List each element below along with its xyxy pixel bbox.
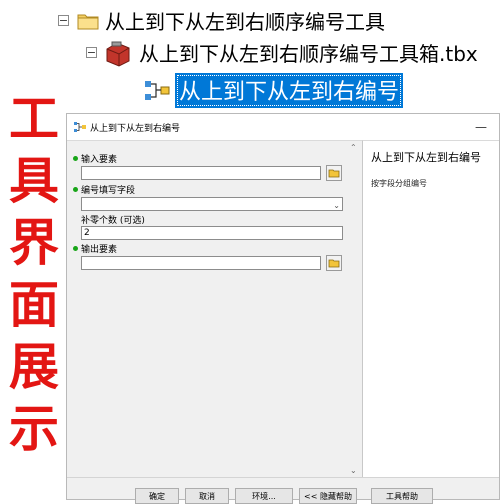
caption-char: 面 <box>9 275 59 334</box>
scroll-up-icon[interactable]: ⌃ <box>350 143 357 152</box>
tool-help-button[interactable]: 工具帮助 <box>371 488 433 504</box>
dialog-button-bar: 确定 取消 环境... << 隐藏帮助 工具帮助 <box>67 477 499 504</box>
vertical-caption: 工 具 界 面 展 示 <box>8 88 60 460</box>
collapse-toggle[interactable]: − <box>58 15 69 26</box>
tree-folder-node[interactable]: − 从上到下从左到右顺序编号工具 <box>58 6 385 35</box>
hide-help-button[interactable]: << 隐藏帮助 <box>299 488 357 504</box>
caption-char: 工 <box>9 89 59 148</box>
parameters-scrollbar[interactable]: ⌃ ⌄ <box>347 141 362 477</box>
required-dot-icon <box>73 246 78 251</box>
number-field-dropdown[interactable]: ⌄ <box>81 197 343 211</box>
output-features-label-row: 输出要素 <box>73 242 117 255</box>
collapse-toggle[interactable]: − <box>86 47 97 58</box>
toolbox-icon <box>103 39 133 67</box>
tool-dialog: 从上到下从左到右编号 — 输入要素 编号填写字段 ⌄ 补零个数 (可选) 2 输… <box>66 113 500 504</box>
open-folder-icon <box>328 169 340 178</box>
model-tool-icon <box>143 79 171 103</box>
padding-count-label: 补零个数 (可选) <box>81 216 145 226</box>
chevron-down-icon[interactable]: ⌄ <box>333 200 340 212</box>
output-features-field[interactable] <box>81 256 321 270</box>
browse-input-button[interactable] <box>326 165 342 181</box>
minimize-button[interactable]: — <box>475 120 487 134</box>
help-title: 从上到下从左到右编号 <box>371 151 481 164</box>
folder-label: 从上到下从左到右顺序编号工具 <box>105 10 385 34</box>
output-features-label: 输出要素 <box>81 245 118 255</box>
caption-char: 示 <box>9 399 59 458</box>
toolbox-label: 从上到下从左到右顺序编号工具箱.tbx <box>139 42 478 66</box>
required-dot-icon <box>73 187 78 192</box>
help-panel: 从上到下从左到右编号 按字段分组编号 <box>363 140 499 478</box>
tool-label-selected[interactable]: 从上到下从左到右编号 <box>175 73 404 108</box>
dialog-titlebar[interactable]: 从上到下从左到右编号 — <box>67 114 499 140</box>
caption-char: 界 <box>9 213 59 272</box>
required-dot-icon <box>73 156 78 161</box>
scroll-down-icon[interactable]: ⌄ <box>350 466 357 475</box>
open-folder-icon <box>328 259 340 268</box>
ok-button[interactable]: 确定 <box>135 488 179 504</box>
caption-char: 展 <box>9 337 59 396</box>
dialog-title: 从上到下从左到右编号 <box>90 123 181 134</box>
help-description: 按字段分组编号 <box>371 179 427 188</box>
tree-tool-node[interactable]: 从上到下从左到右编号 <box>143 73 404 108</box>
tree-toolbox-node[interactable]: − 从上到下从左到右顺序编号工具箱.tbx <box>86 38 478 67</box>
cancel-button[interactable]: 取消 <box>185 488 229 504</box>
folder-icon <box>77 12 99 30</box>
parameters-panel: 输入要素 编号填写字段 ⌄ 补零个数 (可选) 2 输出要素 ⌃ ⌄ <box>67 140 363 477</box>
padding-label-row: 补零个数 (可选) <box>81 213 145 226</box>
caption-char: 具 <box>9 151 59 210</box>
model-tool-icon <box>73 121 87 133</box>
input-features-field[interactable] <box>81 166 321 180</box>
environments-button[interactable]: 环境... <box>235 488 293 504</box>
number-field-label-row: 编号填写字段 <box>73 183 135 196</box>
input-features-label: 输入要素 <box>81 155 118 165</box>
number-field-label: 编号填写字段 <box>81 186 136 196</box>
input-features-label-row: 输入要素 <box>73 152 117 165</box>
padding-count-input[interactable]: 2 <box>81 226 343 240</box>
browse-output-button[interactable] <box>326 255 342 271</box>
